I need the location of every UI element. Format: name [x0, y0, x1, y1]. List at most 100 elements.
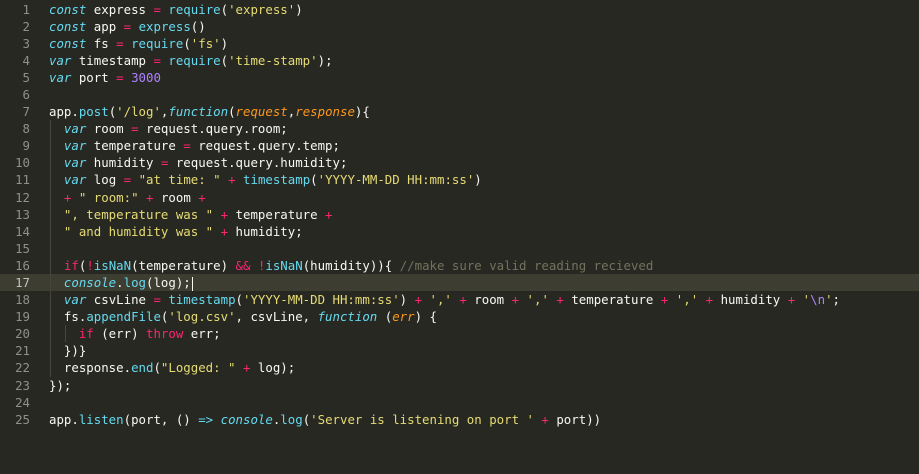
code-line[interactable]: 19 fs.appendFile ('log.csv', csvLine, fun… [0, 308, 919, 326]
code-token: fs [86, 35, 117, 51]
code-token: temperature [228, 206, 326, 222]
code-text[interactable]: const fs = require('fs') [49, 35, 228, 52]
code-text[interactable]: " and humidity was " + humidity; [49, 223, 303, 240]
code-line[interactable]: 18 var csvLine = timestamp('YYYY-MM-DD H… [0, 291, 919, 309]
code-token: = [131, 121, 139, 137]
code-text[interactable]: var room = request.query.room; [49, 120, 288, 137]
code-text[interactable]: fs.appendFile ('log.csv', csvLine, functi… [49, 308, 437, 325]
code-text[interactable]: ", temperature was " + temperature + [49, 206, 333, 223]
code-line[interactable]: 14 " and humidity was " + humidity; [0, 222, 919, 240]
code-token: throw [145, 326, 184, 342]
code-token: 'express' [228, 1, 296, 17]
code-token: require [131, 35, 184, 51]
code-line[interactable]: 15 [0, 239, 919, 257]
code-text[interactable]: var temperature = request.query.temp; [49, 137, 340, 154]
code-token: \n [810, 292, 826, 308]
code-line[interactable]: 16 if(!isNaN(temperature) && !isNaN(humi… [0, 256, 919, 274]
code-text[interactable]: app.post('/log',function(request,respons… [49, 103, 370, 120]
code-line[interactable]: 11 var log = "at time: " + timestamp('YY… [0, 171, 919, 189]
code-text[interactable]: var csvLine = timestamp('YYYY-MM-DD HH:m… [49, 291, 840, 308]
code-token: = [116, 35, 124, 51]
code-token: isNaN [93, 257, 132, 273]
code-line[interactable]: 6 [0, 86, 919, 103]
code-token: end [131, 360, 154, 376]
code-line[interactable]: 4 var timestamp = require('time-stamp'); [0, 52, 919, 69]
code-text[interactable]: const app = express() [49, 18, 206, 35]
code-token: console [63, 275, 117, 290]
code-token: port [71, 69, 117, 85]
code-token: var [63, 138, 87, 154]
code-text[interactable]: + " room:" + room + [49, 189, 206, 206]
code-line[interactable]: 17 console.log(log); [0, 274, 919, 292]
code-line[interactable]: 9 var temperature = request.query.temp; [0, 137, 919, 155]
code-line[interactable]: 8 var room = request.query.room; [0, 120, 919, 138]
code-token: express [138, 18, 191, 34]
code-token: timestamp [71, 52, 154, 68]
code-text[interactable]: if (err) throw err; [49, 325, 221, 342]
code-text[interactable]: const express = require('express') [49, 1, 303, 18]
code-text[interactable]: if(!isNaN(temperature) && !isNaN(humidit… [49, 257, 653, 274]
code-text[interactable]: response.end("Logged: " + log); [49, 359, 295, 376]
code-text[interactable]: }); [49, 377, 71, 394]
code-line[interactable]: 12 + " room:" + room + [0, 188, 919, 206]
code-text[interactable]: console.log(log); [49, 274, 193, 291]
line-number: 12 [15, 189, 30, 205]
code-token: })} [49, 343, 87, 359]
indent-guide [50, 239, 51, 257]
line-number: 3 [22, 35, 30, 51]
code-text[interactable]: app.listen(port, () => console.log('Serv… [49, 411, 601, 428]
code-token: && [235, 257, 251, 273]
code-token: function [168, 104, 229, 120]
line-number: 16 [15, 257, 30, 273]
code-token: ", temperature was " [63, 206, 214, 222]
code-text[interactable]: var log = "at time: " + timestamp('YYYY-… [49, 171, 482, 188]
code-line[interactable]: 24 [0, 394, 919, 411]
code-token: = [116, 69, 124, 85]
line-number: 15 [15, 240, 30, 256]
code-text[interactable]: var timestamp = require('time-stamp'); [49, 52, 333, 69]
code-token: log [86, 172, 124, 188]
line-number: 13 [15, 206, 30, 222]
code-line[interactable]: 5 var port = 3000 [0, 69, 919, 86]
code-line[interactable]: 20 if (err) throw err; [0, 325, 919, 343]
code-token: + [511, 292, 520, 308]
code-token: request.query.room; [138, 121, 288, 137]
code-token: 3000 [131, 69, 161, 85]
line-number: 25 [15, 411, 30, 427]
code-token: if [78, 326, 94, 342]
code-token: ! [86, 257, 94, 273]
code-text[interactable]: var port = 3000 [49, 69, 161, 86]
code-token: log [280, 411, 303, 427]
code-line[interactable]: 13 ", temperature was " + temperature + [0, 205, 919, 223]
code-line[interactable]: 2 const app = express() [0, 18, 919, 35]
code-token: request [235, 104, 288, 120]
code-line[interactable]: 25 app.listen(port, () => console.log('Se… [0, 411, 919, 428]
line-number: 11 [15, 172, 30, 188]
code-token: room [86, 121, 132, 137]
code-text[interactable]: })} [49, 342, 86, 359]
code-lines[interactable]: 1 const express = require('express') 2 cons… [0, 1, 919, 428]
code-line[interactable]: 22 response.end("Logged: " + log); [0, 359, 919, 377]
line-number: 19 [15, 309, 30, 325]
code-line[interactable]: 1 const express = require('express') [0, 1, 919, 18]
code-line[interactable]: 7 app.post('/log',function(request,respon… [0, 103, 919, 120]
code-token: appendFile [86, 309, 161, 325]
code-line[interactable]: 10 var humidity = request.query.humidity… [0, 154, 919, 172]
code-token: isNaN [265, 257, 303, 273]
code-text[interactable]: var humidity = request.query.humidity; [49, 154, 348, 171]
code-line[interactable]: 21 })} [0, 342, 919, 360]
code-line[interactable]: 3 const fs = require('fs') [0, 35, 919, 52]
code-editor[interactable]: 1 const express = require('express') 2 cons… [0, 0, 919, 474]
code-line[interactable]: 23}); [0, 377, 919, 394]
